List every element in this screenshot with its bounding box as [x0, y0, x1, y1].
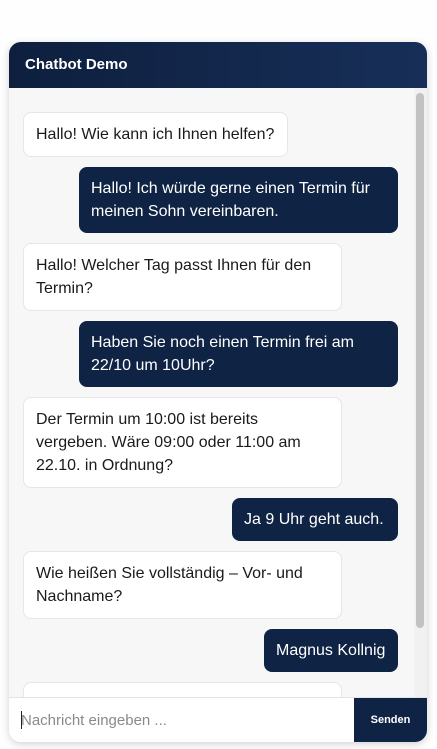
message-text: Hallo! Welcher Tag passt Ihnen für den T…	[36, 257, 312, 297]
user-message: Ja 9 Uhr geht auch.	[232, 498, 398, 541]
message-list[interactable]: Hallo! Wie kann ich Ihnen helfen? Hallo!…	[9, 88, 427, 697]
message-text: Ja 9 Uhr geht auch.	[244, 511, 384, 528]
text-caret	[21, 711, 22, 729]
chat-widget: Chatbot Demo Hallo! Wie kann ich Ihnen h…	[9, 42, 427, 742]
chat-title: Chatbot Demo	[25, 56, 128, 73]
message-composer: Senden	[9, 697, 427, 742]
message-scrollbar[interactable]	[414, 88, 427, 697]
bot-message: Der Termin um 10:00 ist bereits vergeben…	[23, 397, 342, 488]
message-text: Hallo! Wie kann ich Ihnen helfen?	[36, 126, 275, 143]
user-message: Hallo! Ich würde gerne einen Termin für …	[79, 167, 398, 233]
message-text: Magnus Kollnig	[276, 642, 386, 659]
scrollbar-thumb[interactable]	[416, 93, 424, 628]
bot-message	[23, 682, 342, 697]
chat-header: Chatbot Demo	[9, 42, 427, 88]
message-text: Hallo! Ich würde gerne einen Termin für …	[91, 180, 370, 220]
message-text: Wie heißen Sie vollständig – Vor- und Na…	[36, 565, 303, 605]
bot-message: Hallo! Wie kann ich Ihnen helfen?	[23, 112, 288, 157]
bot-message: Hallo! Welcher Tag passt Ihnen für den T…	[23, 243, 342, 311]
message-text: Der Termin um 10:00 ist bereits vergeben…	[36, 411, 301, 474]
user-message: Magnus Kollnig	[264, 629, 398, 672]
bot-message: Wie heißen Sie vollständig – Vor- und Na…	[23, 551, 342, 619]
user-message: Haben Sie noch einen Termin frei am 22/1…	[79, 321, 398, 387]
send-button[interactable]: Senden	[354, 698, 427, 742]
message-text: Haben Sie noch einen Termin frei am 22/1…	[91, 334, 354, 374]
message-input[interactable]	[9, 698, 354, 742]
